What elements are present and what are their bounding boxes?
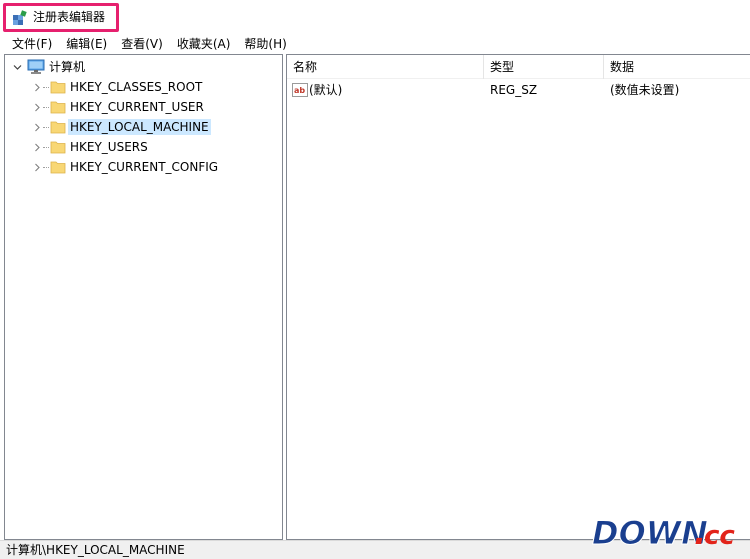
menu-help[interactable]: 帮助(H): [237, 35, 293, 53]
column-header-type[interactable]: 类型: [484, 55, 514, 79]
folder-icon: [50, 121, 66, 134]
tree-connector: [43, 127, 49, 128]
tree-node-hkcr[interactable]: HKEY_CLASSES_ROOT: [5, 77, 282, 97]
status-path: 计算机\HKEY_LOCAL_MACHINE: [6, 543, 185, 557]
tree-node-hku[interactable]: HKEY_USERS: [5, 137, 282, 157]
menu-edit[interactable]: 编辑(E): [59, 35, 114, 53]
folder-icon: [50, 101, 66, 114]
column-header-name[interactable]: 名称: [287, 55, 317, 79]
tree-node-hklm[interactable]: HKEY_LOCAL_MACHINE: [5, 117, 282, 137]
tree-node-hkcc[interactable]: HKEY_CURRENT_CONFIG: [5, 157, 282, 177]
chevron-right-icon[interactable]: [33, 103, 42, 112]
menu-view[interactable]: 查看(V): [114, 35, 170, 53]
computer-icon: [27, 59, 45, 74]
registry-values-list[interactable]: 名称 类型 数据 ab (默认) REG_SZ (数值未设置): [286, 54, 750, 540]
tree-node-label: 计算机: [49, 60, 86, 74]
string-value-icon: ab: [292, 83, 308, 97]
menu-bar: 文件(F) 编辑(E) 查看(V) 收藏夹(A) 帮助(H): [0, 34, 750, 54]
chevron-down-icon[interactable]: [13, 63, 22, 72]
folder-icon: [50, 161, 66, 174]
svg-text:DOWN: DOWN: [592, 514, 708, 552]
chevron-right-icon[interactable]: [33, 163, 42, 172]
value-type: REG_SZ: [490, 83, 538, 97]
tree-node-label-selected: HKEY_LOCAL_MACHINE: [68, 119, 211, 135]
chevron-right-icon[interactable]: [33, 143, 42, 152]
value-data: (数值未设置): [610, 83, 680, 97]
list-header: 名称 类型 数据: [287, 55, 750, 79]
tree-connector: [43, 107, 49, 108]
window-title: 注册表编辑器: [33, 10, 106, 24]
down-cc-watermark-logo: DOWN . cc: [592, 514, 736, 553]
tree-node-label: HKEY_CURRENT_USER: [70, 100, 204, 114]
menu-favorites[interactable]: 收藏夹(A): [170, 35, 238, 53]
tree-node-hkcu[interactable]: HKEY_CURRENT_USER: [5, 97, 282, 117]
folder-icon: [50, 81, 66, 94]
chevron-right-icon[interactable]: [33, 83, 42, 92]
chevron-right-icon[interactable]: [33, 123, 42, 132]
title-bar: 注册表编辑器: [0, 0, 750, 34]
svg-text:ab: ab: [294, 86, 305, 95]
tree-connector: [43, 147, 49, 148]
value-name: (默认): [309, 83, 343, 97]
tree-connector: [43, 87, 49, 88]
tree-connector: [43, 167, 49, 168]
regedit-app-icon: [13, 10, 27, 25]
registry-tree[interactable]: 计算机 HKEY_CLASSES_ROOT HKEY_CURRENT_USER …: [4, 54, 283, 540]
column-header-data[interactable]: 数据: [604, 55, 634, 79]
tree-node-computer[interactable]: 计算机: [5, 57, 282, 77]
svg-text:cc: cc: [704, 521, 735, 551]
value-row[interactable]: ab (默认) REG_SZ (数值未设置): [287, 81, 750, 99]
tree-node-label: HKEY_USERS: [70, 140, 148, 154]
tree-node-label: HKEY_CLASSES_ROOT: [70, 80, 203, 94]
folder-icon: [50, 141, 66, 154]
menu-file[interactable]: 文件(F): [5, 35, 59, 53]
tree-node-label: HKEY_CURRENT_CONFIG: [70, 160, 219, 174]
